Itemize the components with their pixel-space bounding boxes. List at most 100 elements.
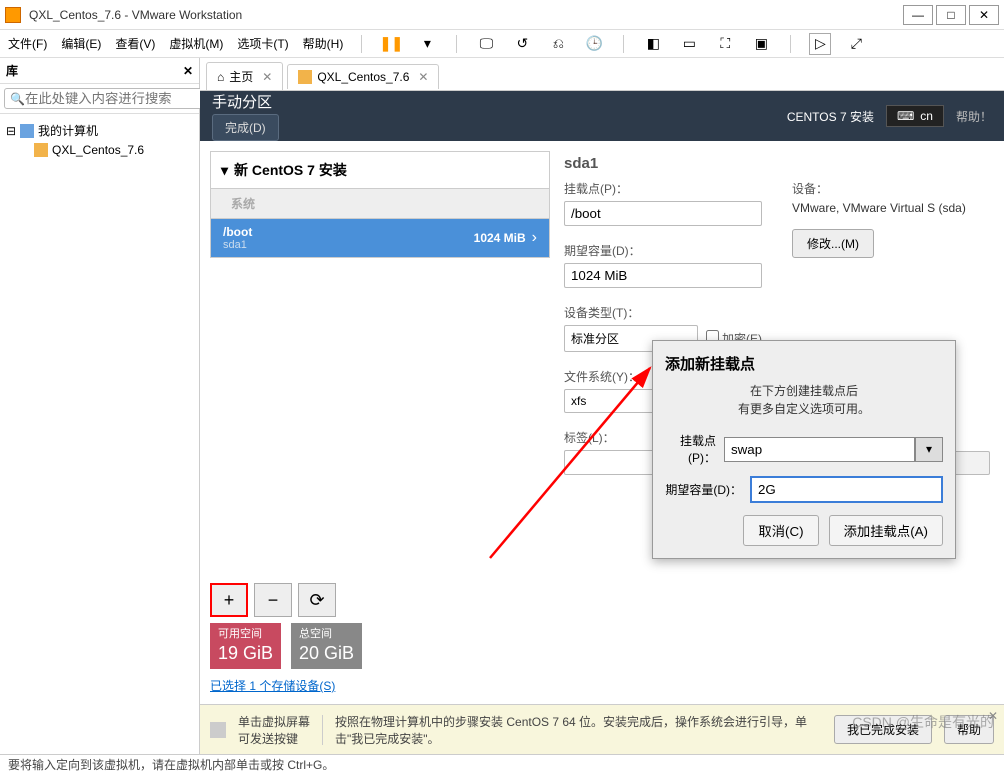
tab-home-label: 主页 [229,68,253,85]
hint-click: 单击虚拟屏幕 可发送按键 [238,713,310,747]
device-value: VMware, VMware Virtual S (sda) [792,201,990,215]
device-label: 设备： [792,180,990,197]
installer-brand: CENTOS 7 安装 [787,108,874,125]
boot-name: /boot [223,225,252,239]
menu-tabs[interactable]: 选项卡(T) [237,35,288,52]
main-area: ⌂ 主页 ✕ QXL_Centos_7.6 ✕ 手动分区 完成(D) CENTO… [200,58,1004,754]
sidebar-close-icon[interactable]: ✕ [183,64,193,78]
reload-button[interactable]: ⟳ [298,583,336,617]
snapshot-icon[interactable]: 🖵 [475,33,497,55]
partition-left-panel: ▾ 新 CentOS 7 安装 系统 /boot sda1 1024 MiB ›… [210,151,550,694]
hint-text: 按照在物理计算机中的步骤安装 CentOS 7 64 位。安装完成后，操作系统会… [335,713,822,747]
app-icon [5,7,21,23]
clock-icon[interactable]: 🕒 [583,33,605,55]
sidebar-title: 库 [6,62,183,79]
chevron-right-icon: › [532,229,537,247]
tab-home-close-icon[interactable]: ✕ [262,70,272,84]
dialog-mount-input[interactable] [724,437,915,462]
window-titlebar: QXL_Centos_7.6 - VMware Workstation — □ … [0,0,1004,30]
storage-link[interactable]: 已选择 1 个存储设备(S) [210,677,550,694]
search-icon: 🔍 [10,92,25,106]
cap-input[interactable] [564,263,762,288]
dialog-desc1: 在下方创建挂载点后 [665,382,943,400]
vm-icon [34,143,48,157]
keyboard-label: cn [920,109,933,123]
keyboard-icon: ⌨ [897,109,914,123]
computer-icon [20,124,34,138]
total-label: 总空间 [299,627,354,641]
add-partition-button[interactable]: + [210,583,248,617]
fs-select[interactable]: xfs [564,389,660,413]
view2-icon[interactable]: ▭ [678,33,700,55]
vm-tab-icon [298,70,312,84]
remove-partition-button[interactable]: − [254,583,292,617]
minimize-button[interactable]: — [903,5,933,25]
revert-icon[interactable]: ↺ [511,33,533,55]
hint-icon [210,722,226,738]
maximize-button[interactable]: □ [936,5,966,25]
boot-size: 1024 MiB [474,231,526,245]
mount-label: 挂载点(P)： [564,180,762,197]
home-icon: ⌂ [217,70,224,84]
tab-vm-label: QXL_Centos_7.6 [317,70,409,84]
dialog-desc2: 有更多自定义选项可用。 [665,400,943,418]
cap-label: 期望容量(D)： [564,242,762,259]
menu-bar: 文件(F) 编辑(E) 查看(V) 虚拟机(M) 选项卡(T) 帮助(H) ❚❚… [0,30,1004,58]
menu-edit[interactable]: 编辑(E) [61,35,101,52]
menu-file[interactable]: 文件(F) [8,35,47,52]
dialog-title: 添加新挂载点 [665,353,943,374]
status-text: 要将输入定向到该虚拟机，请在虚拟机内部单击或按 Ctrl+G。 [8,756,334,773]
tree-root[interactable]: ⊟ 我的计算机 [6,120,193,141]
dialog-size-input[interactable] [750,476,943,503]
dialog-mount-label: 挂载点(P)： [665,432,716,466]
menu-vm[interactable]: 虚拟机(M) [169,35,223,52]
status-bar: 要将输入定向到该虚拟机，请在虚拟机内部单击或按 Ctrl+G。 [0,754,1004,774]
help-link[interactable]: 帮助！ [956,108,992,125]
menu-help[interactable]: 帮助(H) [303,35,344,52]
devtype-label: 设备类型(T)： [564,304,762,321]
add-mount-dialog: 添加新挂载点 在下方创建挂载点后 有更多自定义选项可用。 挂载点(P)： ▾ 期… [652,340,956,559]
installer-title: 手动分区 [212,91,279,112]
system-subhead: 系统 [210,189,550,218]
keyboard-indicator[interactable]: ⌨ cn [886,105,944,127]
close-button[interactable]: ✕ [969,5,999,25]
modify-button[interactable]: 修改...(M) [792,229,874,258]
chevron-down-icon: ▾ [221,162,228,179]
available-space: 可用空间 19 GiB [210,623,281,669]
avail-value: 19 GiB [218,642,273,665]
done-button[interactable]: 完成(D) [212,114,279,141]
dialog-cancel-button[interactable]: 取消(C) [743,515,818,546]
tab-home[interactable]: ⌂ 主页 ✕ [206,62,283,90]
total-space: 总空间 20 GiB [291,623,362,669]
console-icon[interactable]: ▷ [809,33,831,55]
tree-root-label: 我的计算机 [38,122,98,139]
view3-icon[interactable]: ⛶ [714,33,736,55]
collapse-icon[interactable]: ⊟ [6,124,16,138]
tree-child[interactable]: QXL_Centos_7.6 [34,141,193,159]
tab-vm-close-icon[interactable]: ✕ [418,70,428,84]
dialog-size-label: 期望容量(D)： [665,481,742,498]
view1-icon[interactable]: ◧ [642,33,664,55]
tree-child-label: QXL_Centos_7.6 [52,143,144,157]
install-heading[interactable]: ▾ 新 CentOS 7 安装 [210,151,550,189]
dialog-mount-dropdown-icon[interactable]: ▾ [915,437,943,462]
search-input[interactable] [4,88,207,109]
menu-view[interactable]: 查看(V) [115,35,155,52]
fullscreen-icon[interactable]: ⤢ [845,33,867,55]
boot-device: sda1 [223,239,474,251]
toolbar-dropdown-icon[interactable]: ▾ [416,33,438,55]
sidebar: 库 ✕ 🔍 ▼ ⊟ 我的计算机 QXL_Centos_7.6 [0,58,200,754]
view4-icon[interactable]: ▣ [750,33,772,55]
window-title: QXL_Centos_7.6 - VMware Workstation [29,8,900,22]
mount-input[interactable] [564,201,762,226]
dialog-add-button[interactable]: 添加挂载点(A) [829,515,943,546]
sda-title: sda1 [564,155,990,172]
total-value: 20 GiB [299,642,354,665]
manage-snapshot-icon[interactable]: ⎌ [547,33,569,55]
pause-icon[interactable]: ❚❚ [380,33,402,55]
install-heading-label: 新 CentOS 7 安装 [234,160,347,180]
tab-vm[interactable]: QXL_Centos_7.6 ✕ [287,64,439,89]
avail-label: 可用空间 [218,627,273,641]
partition-item-boot[interactable]: /boot sda1 1024 MiB › [210,218,550,258]
installer-header: 手动分区 完成(D) CENTOS 7 安装 ⌨ cn 帮助！ [200,91,1004,141]
